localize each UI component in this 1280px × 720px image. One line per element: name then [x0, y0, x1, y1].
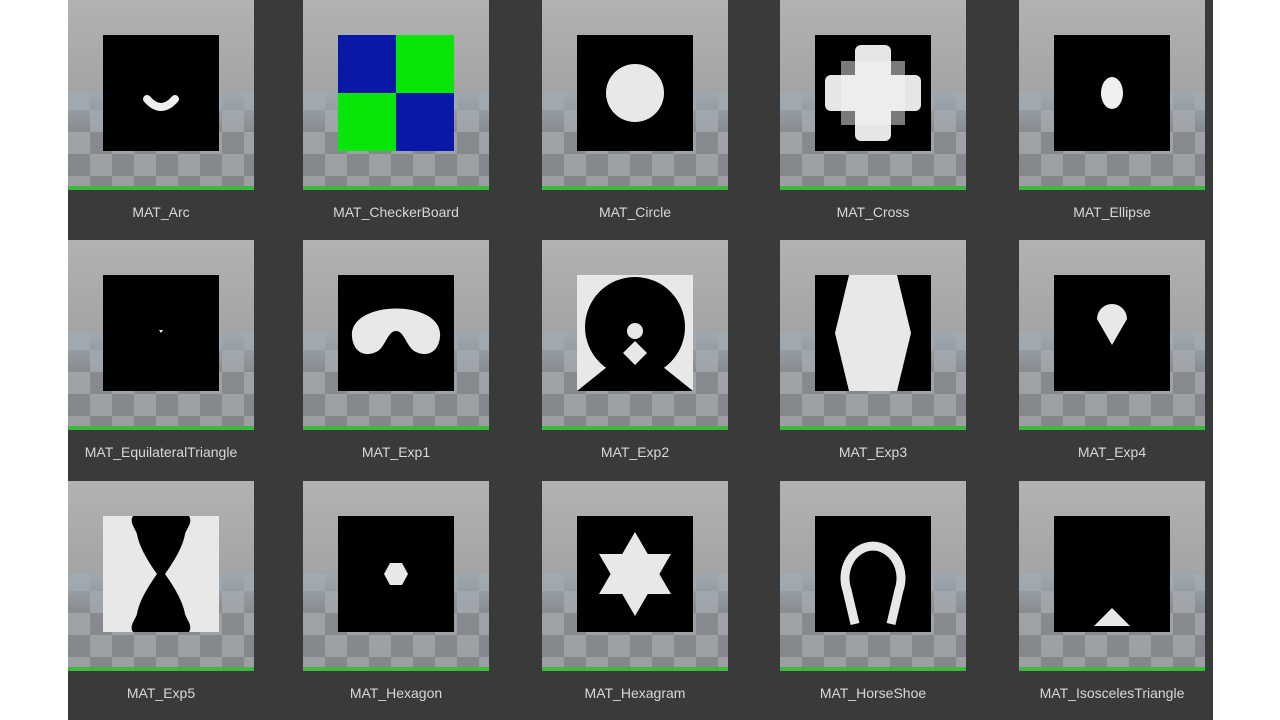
asset-thumbnail — [780, 481, 966, 671]
asset-tile-mat-arc[interactable]: MAT_Arc — [68, 0, 254, 237]
asset-tile-mat-exp1[interactable]: MAT_Exp1 — [303, 240, 489, 477]
asset-type-bar — [1019, 667, 1205, 671]
exp4-icon — [1054, 275, 1170, 391]
asset-name-label: MAT_Exp4 — [1077, 444, 1147, 460]
exp1-icon — [338, 275, 454, 391]
asset-thumbnail — [68, 481, 254, 671]
asset-name-label: MAT_Cross — [836, 204, 910, 220]
asset-tile-mat-cross[interactable]: MAT_Cross — [780, 0, 966, 237]
asset-type-bar — [303, 426, 489, 430]
exp5-icon — [103, 516, 219, 632]
exp3-icon — [815, 275, 931, 391]
asset-type-bar — [780, 426, 966, 430]
asset-name-label: MAT_Exp5 — [126, 685, 196, 701]
asset-tile-mat-hexagon[interactable]: MAT_Hexagon — [303, 481, 489, 718]
hexagram-icon — [577, 516, 693, 632]
horseshoe-icon — [815, 516, 931, 632]
arc-icon — [103, 35, 219, 151]
asset-name-label: MAT_Hexagram — [584, 685, 686, 701]
circle-icon — [577, 35, 693, 151]
asset-type-bar — [542, 667, 728, 671]
asset-name-label: MAT_Exp1 — [361, 444, 431, 460]
asset-type-bar — [303, 186, 489, 190]
asset-tile-mat-checkerboard[interactable]: MAT_CheckerBoard — [303, 0, 489, 237]
asset-thumbnail — [68, 0, 254, 190]
asset-thumbnail — [542, 240, 728, 430]
asset-tile-mat-circle[interactable]: MAT_Circle — [542, 0, 728, 237]
asset-name-label: MAT_Exp3 — [838, 444, 908, 460]
exp2-icon — [577, 275, 693, 391]
asset-tile-mat-exp5[interactable]: MAT_Exp5 — [68, 481, 254, 718]
asset-thumbnail — [303, 240, 489, 430]
asset-type-bar — [68, 186, 254, 190]
asset-name-label: MAT_Hexagon — [349, 685, 443, 701]
asset-name-label: MAT_HorseShoe — [819, 685, 927, 701]
asset-tile-mat-horseshoe[interactable]: MAT_HorseShoe — [780, 481, 966, 718]
asset-tile-mat-isoscelestriangle[interactable]: MAT_IsoscelesTriangle — [1019, 481, 1205, 718]
asset-name-label: MAT_Arc — [132, 204, 190, 220]
asset-thumbnail — [1019, 0, 1205, 190]
asset-thumbnail — [68, 240, 254, 430]
isosceles-triangle-icon — [1054, 516, 1170, 632]
asset-type-bar — [1019, 426, 1205, 430]
asset-type-bar — [780, 186, 966, 190]
asset-tile-mat-exp3[interactable]: MAT_Exp3 — [780, 240, 966, 477]
asset-tile-mat-ellipse[interactable]: MAT_Ellipse — [1019, 0, 1205, 237]
asset-thumbnail — [542, 481, 728, 671]
asset-name-label: MAT_Circle — [598, 204, 672, 220]
asset-type-bar — [68, 426, 254, 430]
asset-name-label: MAT_IsoscelesTriangle — [1039, 685, 1185, 701]
asset-thumbnail — [1019, 240, 1205, 430]
cross-icon — [815, 35, 931, 151]
asset-thumbnail — [303, 481, 489, 671]
asset-thumbnail — [542, 0, 728, 190]
asset-type-bar — [542, 186, 728, 190]
asset-name-label: MAT_Ellipse — [1073, 204, 1151, 220]
ellipse-icon — [1054, 35, 1170, 151]
asset-type-bar — [780, 667, 966, 671]
asset-tile-mat-equilateraltriangle[interactable]: MAT_EquilateralTriangle — [68, 240, 254, 477]
content-browser-grid: MAT_Arc MAT_CheckerBoard MAT_Circle MAT_… — [68, 0, 1213, 720]
asset-type-bar — [542, 426, 728, 430]
asset-tile-mat-exp4[interactable]: MAT_Exp4 — [1019, 240, 1205, 477]
asset-tile-mat-hexagram[interactable]: MAT_Hexagram — [542, 481, 728, 718]
asset-type-bar — [1019, 186, 1205, 190]
asset-thumbnail — [1019, 481, 1205, 671]
asset-type-bar — [303, 667, 489, 671]
asset-tile-mat-exp2[interactable]: MAT_Exp2 — [542, 240, 728, 477]
equilateral-triangle-icon — [103, 275, 219, 391]
asset-name-label: MAT_Exp2 — [600, 444, 670, 460]
asset-thumbnail — [780, 0, 966, 190]
checkerboard-icon — [338, 35, 454, 151]
asset-name-label: MAT_CheckerBoard — [333, 204, 459, 220]
hexagon-icon — [338, 516, 454, 632]
asset-thumbnail — [780, 240, 966, 430]
asset-type-bar — [68, 667, 254, 671]
asset-name-label: MAT_EquilateralTriangle — [84, 444, 238, 460]
asset-thumbnail — [303, 0, 489, 190]
